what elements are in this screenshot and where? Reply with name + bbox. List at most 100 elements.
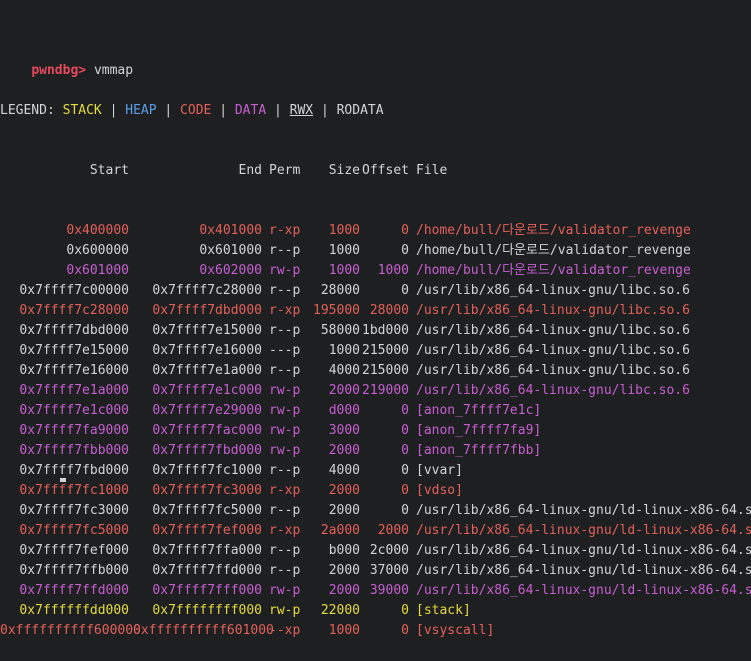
cell-file: /usr/lib/x86_64-linux-gnu/libc.so.6 [416,343,690,358]
cell-size: 1000 [328,243,360,258]
cell-offset: 219000 [362,383,409,398]
cell-end: 0x7ffff7dbd000 [152,303,262,318]
mapping-row: 0x600000 0x601000 r--p 1000 0/home/bull/다운로드… [0,241,751,261]
cell-perm: rw-p [269,603,301,618]
header-row: Start End Perm Size Offset File [0,161,751,181]
cell-end: 0x7ffff7e1a000 [152,363,262,378]
cell-end: 0x7ffff7fbd000 [152,443,262,458]
cell-end: 0x7ffff7fc1000 [152,463,262,478]
cell-file: /usr/lib/x86_64-linux-gnu/libc.so.6 [416,383,690,398]
mapping-row: 0x7ffff7ffd000 0x7ffff7fff000 rw-p 2000 3900… [0,581,751,601]
cell-size: 195000 [313,303,360,318]
cell-size: 2a000 [320,523,360,538]
cell-offset: 2c000 [369,543,409,558]
cell-end: 0x7ffff7ffa000 [152,543,262,558]
header-perm: Perm [269,163,301,178]
cell-perm: r--p [269,243,301,258]
cell-offset: 215000 [362,363,409,378]
cell-offset: 0 [401,283,409,298]
cell-start: 0x7ffff7fef000 [19,543,129,558]
cell-start: 0xffffffffff600000 [0,623,141,638]
mapping-row: 0x7ffff7fa9000 0x7ffff7fac000 rw-p 3000 0 [an… [0,421,751,441]
cell-start: 0x7ffff7c00000 [19,283,129,298]
cell-offset: 0 [401,603,409,618]
cell-size: 2000 [328,483,360,498]
cell-file: /home/bull/다운로드/validator_revenge [416,243,691,258]
header-start: Start [89,163,129,178]
cell-start: 0x7ffff7e15000 [19,343,129,358]
cell-start: 0x7ffff7dbd000 [19,323,129,338]
cell-end: 0x7ffff7e16000 [152,343,262,358]
cell-size: 2000 [328,563,360,578]
legend-stack: STACK [62,103,102,118]
cell-offset: 0 [401,223,409,238]
mapping-row: 0x7ffff7fc5000 0x7ffff7fef000 r-xp 2a000 200… [0,521,751,541]
cell-start: 0x7ffff7fbb000 [19,443,129,458]
cell-end: 0x7ffff7fef000 [152,523,262,538]
cell-perm: r-xp [269,223,301,238]
cell-file: [stack] [416,603,471,618]
legend-rwx: RWX [289,103,314,118]
cell-perm: --xp [269,623,301,638]
cell-offset: 2000 [377,523,409,538]
cell-size: 1000 [328,263,360,278]
cell-size: 2000 [328,503,360,518]
cell-file: [anon_7ffff7e1c] [416,403,542,418]
cell-end: 0x7ffffffff000 [152,603,262,618]
legend-label: LEGEND: [0,103,55,118]
cell-file: [anon_7ffff7fa9] [416,423,542,438]
legend-heap: HEAP [125,103,157,118]
cell-size: 1000 [328,223,360,238]
header-offset: Offset [362,163,409,178]
cell-offset: 1000 [377,263,409,278]
cell-offset: 1bd000 [362,323,409,338]
cell-end: 0x7ffff7fc5000 [152,503,262,518]
mapping-row: 0x7ffff7dbd000 0x7ffff7e15000 r--p 58000 1bd… [0,321,751,341]
cell-start: 0x7ffff7fa9000 [19,423,129,438]
cell-size: 2000 [328,583,360,598]
terminal-cursor [60,478,66,482]
cell-perm: rw-p [269,423,301,438]
mapping-row: 0x7ffff7c00000 0x7ffff7c28000 r--p 28000 0/u… [0,281,751,301]
mapping-table: 0x400000 0x401000 r-xp 1000 0/home/bull/다운로드… [0,221,751,641]
legend-code: CODE [180,103,212,118]
mapping-row: 0x400000 0x401000 r-xp 1000 0/home/bull/다운로드… [0,221,751,241]
header-end: End [238,163,262,178]
cell-perm: ---p [269,343,301,358]
cell-file: /home/bull/다운로드/validator_revenge [416,263,691,278]
prompt: pwndbg> [31,63,87,78]
terminal-window[interactable]: pwndbg> vmmap LEGEND: STACK | HEAP | COD… [0,0,751,638]
cell-end: 0x7ffff7ffd000 [152,563,262,578]
cell-size: 4000 [328,463,360,478]
cell-end: 0x7ffff7fff000 [152,583,262,598]
cell-file: /usr/lib/x86_64-linux-gnu/ld-linux-x86-6… [416,583,751,598]
cell-offset: 0 [401,443,409,458]
cell-file: /home/bull/다운로드/validator_revenge [416,223,691,238]
cell-size: 28000 [320,283,360,298]
cell-end: 0x401000 [199,223,262,238]
cell-end: 0x7ffff7fc3000 [152,483,262,498]
cell-size: 58000 [320,323,360,338]
cell-perm: rw-p [269,403,301,418]
legend-rodata: RODATA [336,103,384,118]
cell-file: /usr/lib/x86_64-linux-gnu/ld-linux-x86-6… [416,543,751,558]
cell-perm: rw-p [269,383,301,398]
mapping-row: 0x7ffff7ffb000 0x7ffff7ffd000 r--p 2000 3700… [0,561,751,581]
cell-start: 0x7ffff7c28000 [19,303,129,318]
cell-perm: rw-p [269,583,301,598]
cell-file: /usr/lib/x86_64-linux-gnu/ld-linux-x86-6… [416,563,751,578]
legend-separator: | [164,103,173,118]
cell-offset: 0 [401,423,409,438]
mapping-row: 0x7ffff7e16000 0x7ffff7e1a000 r--p 4000 2150… [0,361,751,381]
cell-start: 0x7ffff7e1a000 [19,383,129,398]
cell-offset: 0 [401,503,409,518]
prompt-line: pwndbg> vmmap [0,41,751,78]
mapping-row: 0x7ffff7e15000 0x7ffff7e16000 ---p 1000 2150… [0,341,751,361]
cell-size: 1000 [328,343,360,358]
legend-separator: | [109,103,118,118]
cell-start: 0x7ffff7e1c000 [19,403,129,418]
cell-start: 0x400000 [66,223,129,238]
cell-perm: r-xp [269,483,301,498]
cell-end: 0x602000 [199,263,262,278]
legend-separator: | [273,103,282,118]
